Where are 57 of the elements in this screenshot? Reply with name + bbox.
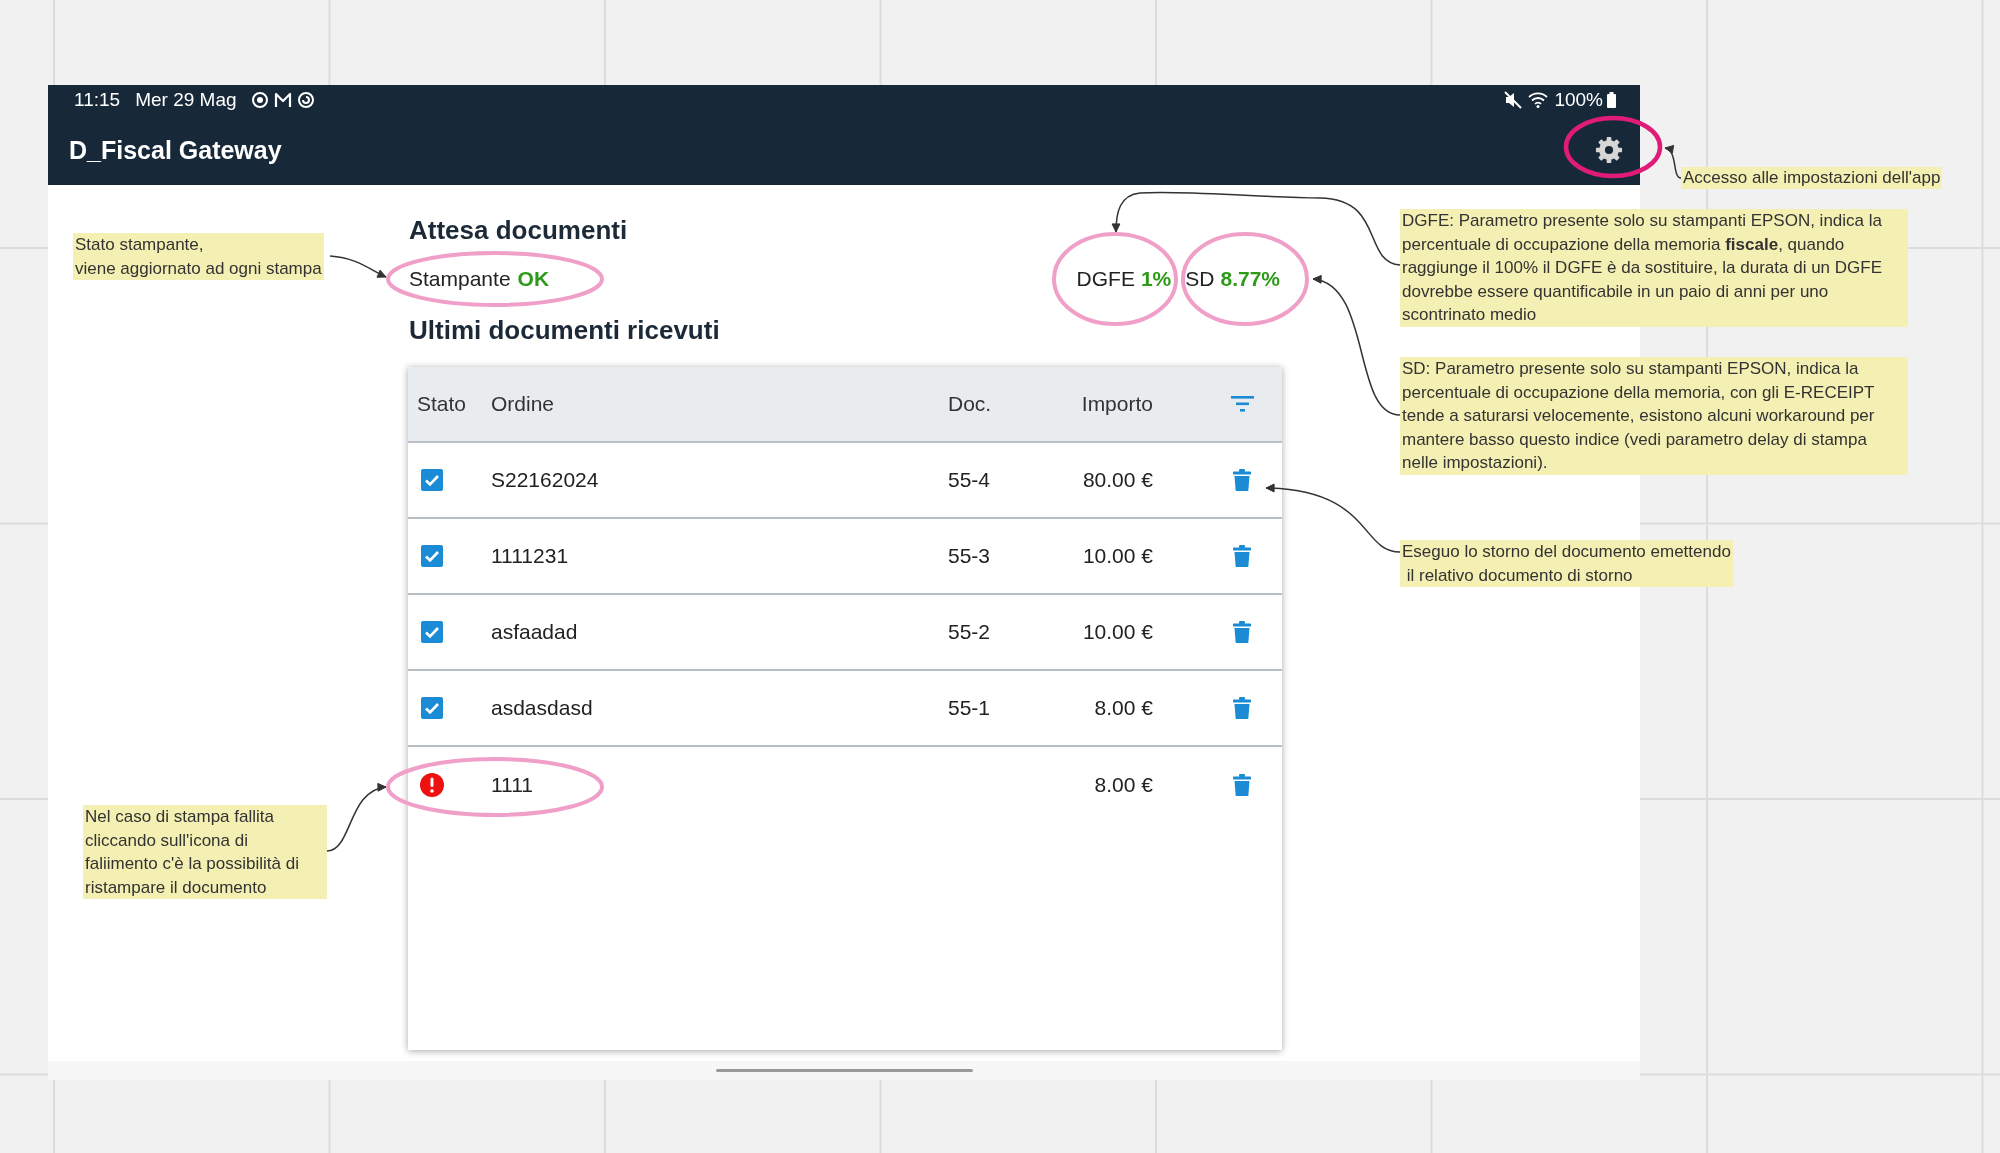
table-cell-text: 80.00 €: [1082, 467, 1153, 494]
ring-icon: [296, 91, 315, 109]
table-cell-text: 10.00 €: [1082, 543, 1153, 570]
trash-icon[interactable]: [1233, 621, 1251, 643]
dgfe-value: 1%: [1140, 266, 1172, 293]
mute-icon: [1504, 91, 1523, 109]
sd-label: SD: [1185, 266, 1215, 293]
annotation-arrow: [329, 255, 387, 278]
ring-icon: [250, 91, 269, 109]
sticky-note: SD: Parametro presente solo su stampanti EPSON, indica la percentuale di occupazione della memoria, con gli E-RECEIPT tende a saturarsi velocemente, esistono alcuni workaround per mantere basso questo indice (vedi parametro delay di stampa nelle impostazioni).: [1400, 357, 1908, 475]
wifi-icon: [1528, 92, 1549, 108]
checkbox[interactable]: [421, 697, 443, 719]
table-cell-text: 8.00 €: [1094, 695, 1153, 722]
table-cell-text: asdasdasd: [491, 695, 593, 722]
table-cell-text: S22162024: [491, 467, 599, 494]
printer-label: Stampante: [409, 266, 511, 293]
sticky-note: DGFE: Parametro presente solo su stampanti EPSON, indica la percentuale di occupazione della memoria fiscale, quando raggiunge il 100% il DGFE è da sostituire, la durata di un DGFE dovrebbe essere quantificabile in un paio di anni per uno scontrinato medio: [1400, 209, 1908, 327]
trash-icon[interactable]: [1233, 697, 1251, 719]
table-cell-text: 8.00 €: [1094, 772, 1153, 799]
annotation-arrow: [1664, 144, 1682, 179]
status-date: Mer 29 Mag: [135, 89, 237, 111]
table-cell-text: 1111231: [491, 543, 569, 570]
app-title: D_Fiscal Gateway: [69, 135, 282, 165]
filter-icon[interactable]: [1230, 396, 1254, 412]
printer-status: OK: [517, 266, 550, 293]
column-header: Doc.: [948, 391, 992, 418]
annotation-arrow: [326, 782, 387, 852]
battery-percent: 100%: [1554, 89, 1603, 111]
table-cell-text: 55-3: [948, 543, 991, 570]
sticky-note: Eseguo lo storno del documento emettendo il relativo documento di storno: [1400, 540, 1733, 587]
status-time: 11:15: [74, 89, 121, 111]
settings-icon[interactable]: [1595, 136, 1623, 164]
checkbox[interactable]: [421, 621, 443, 643]
table-cell-text: 10.00 €: [1082, 619, 1153, 646]
table-cell-text: 55-1: [948, 695, 991, 722]
sticky-note: Nel caso di stampa fallita cliccando sull'icona di faliimento c'è la possibilità di ristampare il documento: [83, 805, 327, 899]
sd-value: 8.77%: [1220, 266, 1280, 293]
column-header: Stato: [417, 391, 467, 418]
section-heading: Ultimi documenti ricevuti: [409, 314, 721, 347]
table-cell-text: 1111: [491, 772, 534, 799]
trash-icon[interactable]: [1233, 545, 1251, 567]
error-icon[interactable]: [420, 773, 444, 797]
column-header: Ordine: [491, 391, 555, 418]
column-header: Importo: [1081, 391, 1153, 418]
mail-icon: [273, 91, 292, 109]
table-cell-text: asfaadad: [491, 619, 578, 646]
dgfe-label: DGFE: [1076, 266, 1135, 293]
checkbox[interactable]: [421, 469, 443, 491]
battery-icon: [1607, 92, 1616, 108]
checkbox[interactable]: [421, 545, 443, 567]
trash-icon[interactable]: [1233, 469, 1251, 491]
trash-icon[interactable]: [1233, 774, 1251, 796]
sticky-note: Accesso alle impostazioni dell'app: [1681, 167, 1943, 189]
sticky-note: Stato stampante, viene aggiornato ad ogni stampa: [73, 233, 324, 280]
table-cell-text: 55-2: [948, 619, 991, 646]
section-heading: Attesa documenti: [409, 214, 629, 247]
table-cell-text: 55-4: [948, 467, 991, 494]
